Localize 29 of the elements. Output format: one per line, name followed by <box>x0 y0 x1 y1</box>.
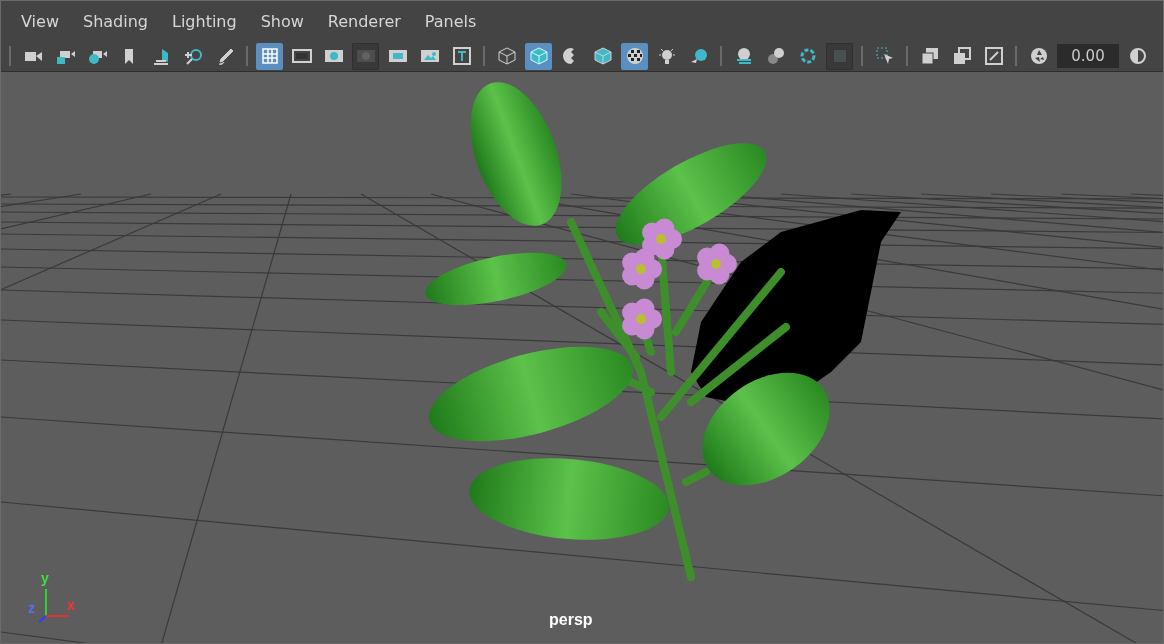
safe-title-icon <box>451 46 472 66</box>
menu-item[interactable]: Panels <box>412 11 489 31</box>
pan-zoom-icon <box>182 46 203 66</box>
z-axis-label: z <box>28 600 35 616</box>
toolbar-button[interactable] <box>256 42 283 70</box>
aperture-icon <box>1028 46 1049 66</box>
half-circle-icon <box>1127 46 1148 66</box>
wireframe-shaded-cube-icon <box>592 46 613 66</box>
menu-item[interactable]: Renderer <box>315 11 413 31</box>
y-axis-label: y <box>41 570 49 586</box>
film-gate-icon <box>291 46 312 66</box>
menu-item[interactable]: Shading <box>70 11 160 31</box>
checker-sphere-icon <box>624 46 645 66</box>
toolbar-button[interactable] <box>525 42 552 70</box>
menu-item[interactable]: Show <box>248 11 316 31</box>
select-cursor-icon <box>874 46 895 66</box>
exposure-field[interactable]: 0.00 <box>1057 44 1119 68</box>
shaded-cube-icon <box>528 46 549 66</box>
toolbar-button[interactable] <box>621 42 648 70</box>
wireframe-cube-icon <box>496 46 517 66</box>
grid-icon <box>259 46 280 66</box>
light-bulb-icon <box>656 46 677 66</box>
camera-label: persp <box>549 611 593 629</box>
menu-item[interactable]: Lighting <box>159 11 249 31</box>
stacked-squares-icon <box>919 46 940 66</box>
overlap-squares-icon <box>951 46 972 66</box>
x-axis-label: x <box>67 597 75 613</box>
menu-item[interactable]: View <box>9 11 71 31</box>
motion-blur-icon <box>765 46 786 66</box>
